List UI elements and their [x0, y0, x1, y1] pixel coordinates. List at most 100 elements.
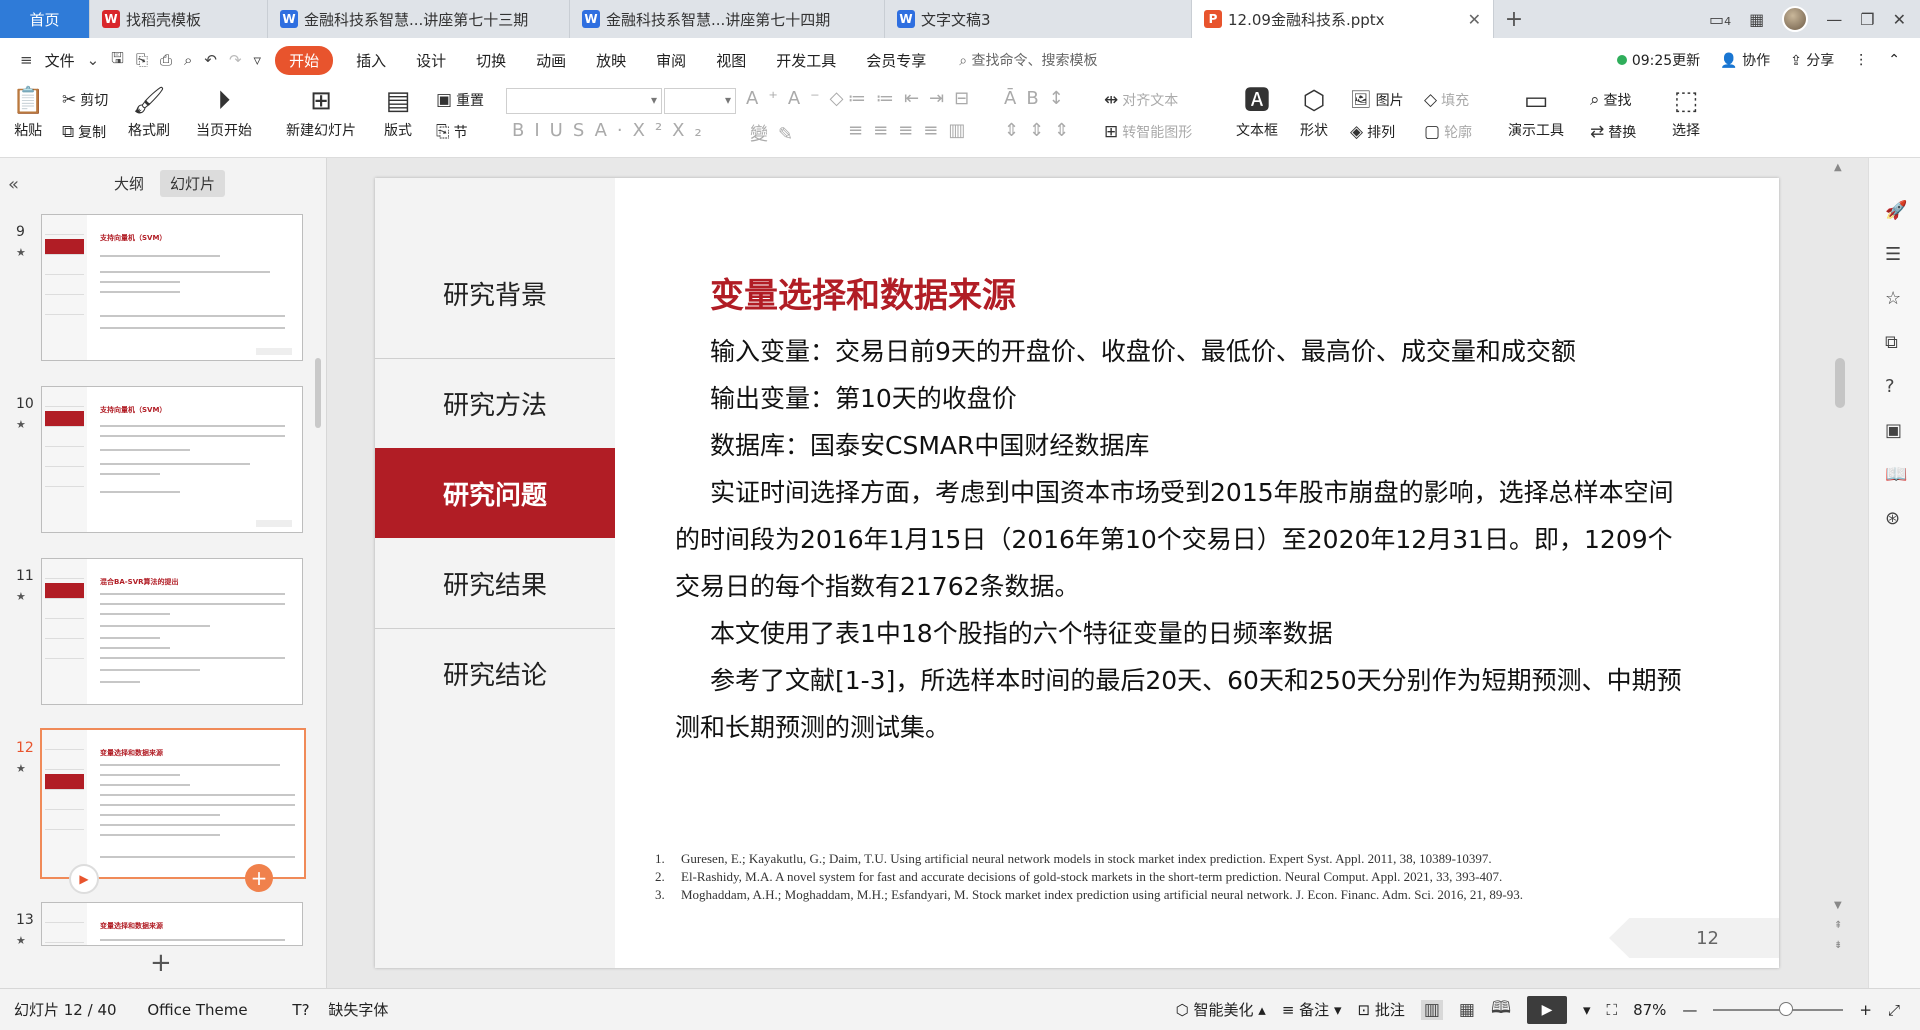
slide[interactable]: 研究背景 研究方法 研究问题 研究结果 研究结论 变量选择和数据来源 输入变量：… — [375, 178, 1779, 968]
help-icon[interactable]: ? — [1885, 376, 1895, 397]
slide-thumbnail[interactable]: 混合BA-SVR算法的提出 — [41, 558, 303, 705]
tab-outline[interactable]: 大纲 — [104, 170, 154, 197]
print-icon[interactable]: ⎙ — [160, 51, 172, 69]
text-direction-icons[interactable]: ĀB↕ — [1004, 88, 1074, 109]
restore-icon[interactable]: ❐ — [1860, 10, 1874, 29]
normal-view-icon[interactable]: ▥ — [1420, 999, 1443, 1020]
hamburger-icon[interactable]: ≡ — [20, 51, 33, 69]
new-tab-plus-icon[interactable]: + — [1494, 0, 1534, 38]
add-slide-button[interactable]: + — [150, 948, 172, 978]
list-indent-icons[interactable]: ≔≔⇤⇥⊟ — [848, 88, 979, 109]
tab-animation[interactable]: 动画 — [521, 50, 581, 71]
arrange-button[interactable]: ◈ 排列 — [1350, 122, 1395, 142]
fill-button[interactable]: ◇ 填充 — [1424, 90, 1469, 110]
share-button[interactable]: ⇪ 分享 — [1790, 50, 1834, 70]
quick-access-more-icon[interactable]: ▿ — [254, 51, 262, 69]
shape-button[interactable]: ⬡ 形状 — [1300, 86, 1328, 140]
font-family-select[interactable] — [506, 88, 662, 114]
tab-insert[interactable]: 插入 — [341, 50, 401, 71]
cut-button[interactable]: ✂ 剪切 — [62, 90, 108, 110]
slideshow-play-button[interactable]: ▶ — [1527, 995, 1568, 1024]
reset-button[interactable]: ▣ 重置 — [436, 90, 484, 110]
prev-page-icon[interactable]: ⇞ — [1834, 920, 1842, 931]
spacing-icons[interactable]: ⇕⇕⇕ — [1004, 120, 1079, 141]
grid-apps-icon[interactable]: ▦ — [1749, 10, 1764, 29]
canvas-scrollbar[interactable]: ▲ ▼ ⇞ ⇟ — [1830, 158, 1848, 988]
smart-shape-button[interactable]: ⊞ 转智能图形 — [1104, 122, 1192, 142]
reading-view-icon[interactable]: 🕮 — [1491, 995, 1511, 1024]
window-close-icon[interactable]: ✕ — [1893, 10, 1906, 29]
slide-thumbnail-current[interactable]: 变量选择和数据来源 — [40, 728, 306, 879]
picture-button[interactable]: 🖼 图片 — [1350, 90, 1404, 110]
tab-start[interactable]: 开始 — [275, 45, 334, 75]
redo-icon[interactable]: ↷ — [229, 51, 242, 69]
star-animation-icon[interactable]: ☆ — [1885, 288, 1901, 309]
beautify-button[interactable]: ⬡ 智能美化 ▴ — [1176, 999, 1266, 1020]
play-slide-icon[interactable]: ▶ — [69, 864, 99, 894]
copy-button[interactable]: ⧉ 复制 — [62, 122, 106, 142]
tab-doc-73[interactable]: W 金融科技系智慧...讲座第七十三期 — [268, 0, 570, 38]
fit-window-icon[interactable]: ⛶ — [1607, 1001, 1618, 1019]
book-icon[interactable]: 📖 — [1885, 464, 1907, 485]
scroll-thumb[interactable] — [1835, 358, 1845, 408]
cloud-sync-status[interactable]: 09:25更新 — [1616, 50, 1700, 70]
add-slide-plus-icon[interactable]: + — [245, 864, 273, 892]
tab-slides[interactable]: 幻灯片 — [160, 170, 226, 197]
play-from-current-button[interactable]: ⏵ 当页开始 — [196, 86, 252, 140]
tab-developer[interactable]: 开发工具 — [761, 50, 851, 71]
undo-icon[interactable]: ↶ — [204, 51, 217, 69]
collapse-ribbon-icon[interactable]: ⌃ — [1888, 52, 1900, 68]
slideshow-options-icon[interactable]: ▾ — [1583, 1001, 1591, 1019]
panel-scrollbar[interactable] — [315, 358, 321, 428]
next-page-icon[interactable]: ⇟ — [1834, 940, 1842, 951]
collapse-panel-icon[interactable]: « — [8, 174, 19, 195]
compass-icon[interactable]: ⊛ — [1885, 508, 1900, 529]
chevron-down-icon[interactable]: ⌄ — [87, 51, 100, 69]
file-menu[interactable]: 文件 — [39, 50, 81, 71]
print-preview-icon[interactable]: ⌕ — [184, 51, 192, 69]
paste-button[interactable]: 📋 粘贴 — [12, 86, 44, 140]
avatar[interactable] — [1782, 6, 1809, 32]
font-size-select[interactable] — [664, 88, 736, 114]
missing-font-button[interactable]: T? 缺失字体 — [278, 1001, 388, 1019]
collab-button[interactable]: 👤 协作 — [1720, 50, 1770, 70]
presentation-tools-button[interactable]: ▭ 演示工具 — [1508, 86, 1564, 140]
replace-button[interactable]: ⇄ 替换 — [1590, 122, 1636, 142]
text-format-icons[interactable]: BIUSA·X²X₂ — [512, 120, 712, 141]
tab-doc-74[interactable]: W 金融科技系智慧...讲座第七十四期 — [570, 0, 885, 38]
new-slide-button[interactable]: ⊞ 新建幻灯片 — [286, 86, 356, 140]
tab-slideshow[interactable]: 放映 — [581, 50, 641, 71]
align-text-button[interactable]: ⇹ 对齐文本 — [1104, 90, 1178, 110]
scroll-down-icon[interactable]: ▼ — [1834, 900, 1842, 911]
more-icon[interactable]: ⋮ — [1854, 52, 1868, 68]
outline-button[interactable]: ▢ 轮廓 — [1424, 122, 1472, 142]
tab-review[interactable]: 审阅 — [641, 50, 701, 71]
tab-transition[interactable]: 切换 — [461, 50, 521, 71]
phonetic-highlight-icons[interactable]: 變✎ — [750, 120, 803, 146]
minimize-icon[interactable]: — — [1826, 10, 1842, 29]
zoom-slider-knob[interactable] — [1779, 1001, 1794, 1016]
tab-pptx-active[interactable]: P 12.09金融科技系.pptx ✕ — [1192, 0, 1494, 38]
font-size-adjust-icons[interactable]: A⁺A⁻◇ — [746, 88, 853, 109]
select-button[interactable]: ⬚ 选择 — [1672, 86, 1700, 140]
zoom-value[interactable]: 87% — [1633, 1001, 1666, 1019]
slide-thumbnail[interactable]: 变量选择和数据来源 — [41, 902, 303, 946]
comments-button[interactable]: ⊡ 批注 — [1357, 999, 1404, 1020]
layout-button[interactable]: ▤ 版式 — [384, 86, 412, 140]
rocket-icon[interactable]: 🚀 — [1885, 200, 1907, 221]
find-button[interactable]: ⌕ 查找 — [1590, 90, 1632, 110]
notes-button[interactable]: ≡ 备注 ▾ — [1282, 999, 1342, 1020]
format-painter-button[interactable]: 🖌 格式刷 — [128, 86, 170, 140]
slide-thumbnail[interactable]: 支持向量机（SVM） — [41, 214, 303, 361]
tab-home[interactable]: 首页 — [0, 0, 90, 38]
image-gallery-icon[interactable]: ▣ — [1885, 420, 1902, 441]
tab-docer-templates[interactable]: W 找稻壳模板 — [90, 0, 268, 38]
tab-member[interactable]: 会员专享 — [851, 50, 941, 71]
transition-icon[interactable]: ⧉ — [1885, 332, 1898, 353]
zoom-slider[interactable] — [1713, 1001, 1844, 1016]
zoom-out-icon[interactable]: — — [1682, 1001, 1697, 1019]
fullscreen-icon[interactable]: ⤢ — [1888, 1001, 1900, 1019]
sliders-icon[interactable]: ☰ — [1885, 244, 1901, 265]
save-icon[interactable]: 🖫 — [111, 48, 124, 73]
zoom-in-icon[interactable]: + — [1859, 1001, 1872, 1019]
